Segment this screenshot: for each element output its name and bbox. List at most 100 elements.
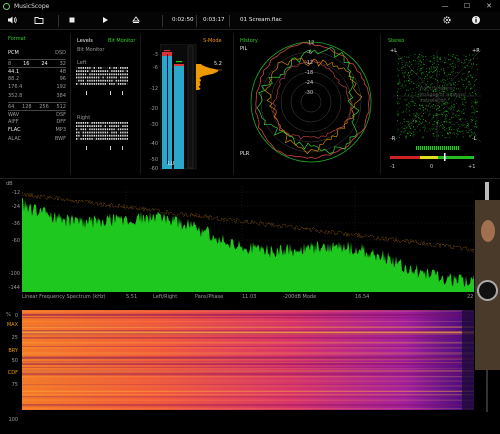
gonio-point: [452, 63, 454, 65]
bit-cell: [100, 134, 102, 137]
bit-cell: [111, 122, 113, 124]
gonio-point: [429, 60, 431, 62]
minimize-button[interactable]: —: [434, 0, 456, 12]
folder-icon[interactable]: [33, 15, 45, 27]
gonio-point: [422, 105, 424, 107]
gonio-point: [452, 107, 454, 108]
gonio-point: [441, 111, 443, 113]
gonio-point: [420, 77, 421, 78]
fmt-dsd-rate: 256: [39, 103, 49, 110]
gonio-point: [455, 115, 457, 117]
bit-cell: [87, 134, 89, 137]
spectro-band: [22, 370, 474, 372]
gonio-point: [477, 69, 478, 71]
gonio-point: [444, 62, 446, 63]
play-icon[interactable]: [99, 15, 111, 27]
bit-cell: [102, 138, 104, 140]
bit-cell: [84, 128, 87, 131]
volume-icon[interactable]: [6, 15, 18, 27]
gonio-point: [449, 127, 451, 129]
gonio-point: [458, 110, 459, 111]
gonio-point: [440, 67, 442, 69]
gonio-point: [408, 76, 409, 78]
gonio-point: [422, 121, 424, 123]
spectrum-y-tick: -36: [11, 221, 20, 227]
gonio-point: [449, 129, 450, 130]
maximize-button[interactable]: ☐: [456, 0, 478, 12]
ring-label: -6: [307, 50, 312, 56]
bit-cell: [117, 125, 120, 127]
gonio-point: [415, 92, 417, 94]
gonio-point: [470, 135, 471, 137]
gonio-point: [468, 75, 469, 77]
corr-mid-label: 0: [430, 164, 433, 170]
levels-mode[interactable]: Bit Monitor: [108, 38, 135, 44]
gonio-point: [452, 75, 454, 76]
bit-cell: [80, 122, 82, 124]
gonio-point: [450, 74, 451, 75]
corr-history-tick: [440, 146, 442, 150]
bit-cell: [100, 128, 102, 131]
gonio-point: [468, 72, 470, 73]
eject-icon[interactable]: [130, 15, 142, 27]
gonio-point: [429, 106, 431, 108]
info-icon[interactable]: [470, 15, 482, 27]
fmt-rate: 352.8: [8, 92, 23, 99]
gonio-point: [472, 64, 474, 66]
bit-cell: [120, 76, 122, 79]
fmt-bits: 24: [41, 60, 48, 67]
spectro-band: [22, 399, 474, 401]
gonio-point: [413, 121, 414, 122]
gonio-point: [445, 110, 447, 112]
gonio-point: [403, 131, 405, 133]
fmt-container: MP3: [55, 127, 66, 134]
db-mode[interactable]: -200dB Mode: [283, 294, 316, 300]
gonio-point: [475, 123, 477, 124]
gonio-point: [441, 121, 442, 123]
ring-label: -30: [305, 90, 313, 96]
spectro-band: [22, 311, 474, 312]
gonio-point: [443, 121, 445, 122]
bit-cell: [120, 73, 122, 76]
bit-cell: [89, 128, 91, 131]
gonio-point: [436, 135, 437, 137]
gonio-point: [415, 60, 416, 62]
fmt-pcm: PCM: [8, 50, 19, 56]
gonio-point: [443, 70, 445, 71]
bit-cell: [100, 83, 102, 85]
gonio-point: [465, 56, 467, 58]
gonio-point: [413, 88, 414, 90]
bit-cell: [89, 67, 91, 69]
stop-icon[interactable]: [66, 15, 78, 27]
gonio-point: [418, 118, 420, 120]
corr-history-tick: [456, 146, 458, 150]
gonio-point: [409, 70, 411, 72]
spectro-band: [22, 405, 474, 407]
bit-cell: [113, 134, 115, 137]
gonio-point: [409, 78, 410, 80]
bit-cell: [115, 67, 117, 69]
gonio-point: [433, 108, 435, 109]
gonio-point: [470, 121, 472, 123]
gonio-point: [462, 130, 464, 132]
gonio-point: [468, 81, 470, 83]
close-button[interactable]: ✕: [478, 0, 500, 12]
bit-cell: [76, 79, 78, 82]
gonio-point: [404, 130, 406, 132]
bit-cell: [93, 67, 95, 69]
bit-cell: [117, 76, 120, 79]
gonio-point: [419, 121, 420, 123]
gonio-point: [405, 137, 407, 139]
gonio-point: [408, 103, 410, 105]
fmt-bits: 8: [8, 60, 12, 67]
gonio-point: [469, 135, 471, 136]
settings-gear-icon[interactable]: [441, 15, 453, 27]
gonio-point: [440, 69, 442, 70]
gonio-point: [418, 82, 420, 83]
title-bar: MusicScope — ☐ ✕: [0, 0, 500, 12]
pans-phase-mode[interactable]: Pans/Phase: [195, 294, 223, 300]
bit-cell: [89, 138, 91, 140]
left-right-mode[interactable]: Left/Right: [153, 294, 177, 300]
gonio-point: [475, 121, 476, 123]
gonio-point: [400, 122, 401, 124]
